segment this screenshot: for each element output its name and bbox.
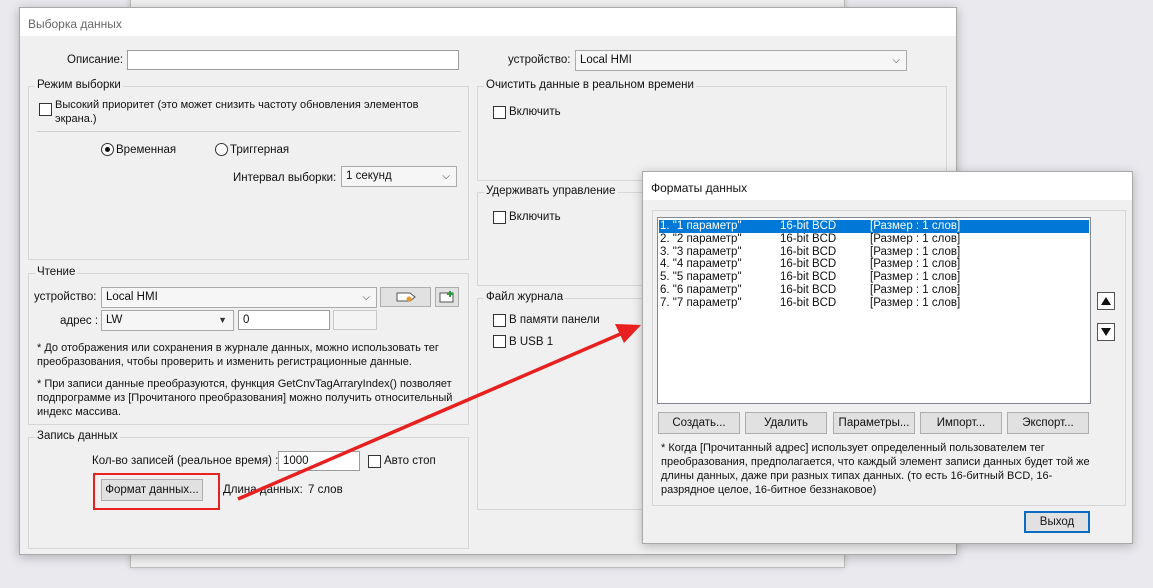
format-item-size: [Размер : 1 слов]: [870, 232, 961, 245]
data-length-value: 7 слов: [308, 484, 343, 496]
parameters-button[interactable]: Параметры...: [833, 412, 915, 434]
divider: [37, 131, 461, 132]
data-record-title: Запись данных: [35, 430, 120, 442]
chevron-down-icon: ▼: [218, 315, 227, 325]
formats-title: Форматы данных: [643, 172, 1132, 200]
interval-select-value: 1 секунд: [346, 170, 392, 182]
read-note-2: * При записи данные преобразуются, функц…: [37, 378, 453, 418]
radio-trigger-label: Триггерная: [230, 144, 290, 156]
tag-icon: [396, 292, 416, 302]
read-title: Чтение: [35, 266, 78, 278]
usb-label: В USB 1: [509, 336, 554, 348]
export-button[interactable]: Экспорт...: [1007, 412, 1089, 434]
format-item-name: 5. "5 параметр": [660, 271, 742, 284]
format-item-size: [Размер : 1 слов]: [870, 258, 961, 271]
format-item-name: 4. "4 параметр": [660, 258, 742, 271]
hold-control-group: Удерживать управление: [477, 185, 657, 286]
device-select-value: Local HMI: [580, 54, 632, 66]
description-input[interactable]: [127, 50, 459, 70]
format-item-type: 16-bit BCD: [780, 284, 837, 296]
panel-memory-label: В памяти панели: [509, 314, 600, 326]
address-label: адрес :: [60, 315, 99, 327]
usb-checkbox[interactable]: [493, 335, 506, 348]
format-list-item[interactable]: 3. "3 параметр" 16-bit BCD [Размер : 1 сло…: [659, 246, 1089, 259]
log-file-group: Файл журнала: [477, 291, 657, 510]
tag-settings-button[interactable]: [380, 287, 431, 307]
device-select[interactable]: Local HMI ⌵: [575, 50, 907, 71]
chevron-down-icon: ⌵: [442, 171, 450, 182]
format-item-name: 1. "1 параметр": [660, 220, 742, 232]
format-list-item[interactable]: 2. "2 параметр" 16-bit BCD [Размер : 1 сло…: [659, 233, 1089, 246]
exit-button[interactable]: Выход: [1024, 511, 1090, 533]
format-item-name: 3. "3 параметр": [660, 245, 742, 258]
format-item-type: 16-bit BCD: [780, 296, 837, 309]
interval-select[interactable]: 1 секунд ⌵: [341, 166, 457, 187]
read-device-label: устройство:: [34, 291, 97, 303]
move-up-button[interactable]: [1097, 292, 1115, 310]
format-item-name: 7. "7 параметр": [660, 296, 742, 309]
auto-stop-checkbox[interactable]: [368, 455, 381, 468]
dialog-title: Выборка данных: [20, 8, 956, 36]
interval-label: Интервал выборки:: [233, 172, 337, 184]
format-item-type: 16-bit BCD: [780, 220, 837, 232]
format-list-item[interactable]: 1. "1 параметр" 16-bit BCD [Размер : 1 сло…: [659, 220, 1089, 233]
radio-time-label: Временная: [116, 144, 177, 156]
format-item-size: [Размер : 1 слов]: [870, 271, 961, 284]
address-input[interactable]: 0: [238, 310, 330, 330]
hold-enable-checkbox[interactable]: [493, 211, 506, 224]
format-item-type: 16-bit BCD: [780, 245, 837, 258]
format-list-item[interactable]: 7. "7 параметр" 16-bit BCD [Размер : 1 сло…: [659, 297, 1089, 310]
high-priority-label: Высокий приоритет (это может снизить час…: [55, 99, 419, 125]
address-type-select[interactable]: LW ▼: [101, 310, 234, 331]
hold-control-title: Удерживать управление: [484, 185, 618, 197]
format-list-item[interactable]: 5. "5 параметр" 16-bit BCD [Размер : 1 сло…: [659, 271, 1089, 284]
record-count-input[interactable]: 1000: [278, 451, 360, 471]
log-file-title: Файл журнала: [484, 291, 566, 303]
chevron-down-icon: ⌵: [362, 292, 370, 303]
format-item-type: 16-bit BCD: [780, 258, 837, 271]
arrow-up-icon: [1101, 297, 1111, 305]
record-count-label: Кол-во записей (реальное время) :: [92, 455, 279, 467]
clear-realtime-title: Очистить данные в реальном времени: [484, 79, 696, 91]
add-tag-button[interactable]: [435, 287, 459, 307]
format-item-name: 2. "2 параметр": [660, 232, 742, 245]
sampling-mode-title: Режим выборки: [35, 79, 123, 91]
auto-stop-label: Авто стоп: [384, 455, 436, 467]
read-device-select[interactable]: Local HMI ⌵: [101, 287, 377, 308]
clear-enable-label: Включить: [509, 106, 561, 118]
high-priority-checkbox[interactable]: [39, 103, 52, 116]
chevron-down-icon: ⌵: [892, 55, 900, 66]
arrow-down-icon: [1101, 328, 1111, 336]
clear-realtime-group: Очистить данные в реальном времени: [477, 79, 947, 181]
clear-enable-checkbox[interactable]: [493, 106, 506, 119]
hold-enable-label: Включить: [509, 211, 561, 223]
format-item-name: 6. "6 параметр": [660, 284, 742, 296]
format-item-size: [Размер : 1 слов]: [870, 220, 961, 232]
panel-memory-checkbox[interactable]: [493, 314, 506, 327]
create-button[interactable]: Создать...: [658, 412, 740, 434]
radio-time[interactable]: [101, 143, 114, 156]
formats-list[interactable]: 1. "1 параметр" 16-bit BCD [Размер : 1 сло…: [657, 217, 1091, 404]
format-item-size: [Размер : 1 слов]: [870, 296, 961, 309]
format-item-type: 16-bit BCD: [780, 271, 837, 284]
import-button[interactable]: Импорт...: [920, 412, 1002, 434]
address-extra-field: [333, 310, 377, 330]
move-down-button[interactable]: [1097, 323, 1115, 341]
format-item-size: [Размер : 1 слов]: [870, 284, 961, 296]
radio-trigger[interactable]: [215, 143, 228, 156]
address-type-value: LW: [106, 314, 123, 326]
data-length-label: Длина данных:: [223, 484, 303, 496]
description-label: Описание:: [67, 54, 124, 66]
format-list-item[interactable]: 6. "6 параметр" 16-bit BCD [Размер : 1 сло…: [659, 284, 1089, 297]
highlight-box: [93, 473, 220, 510]
format-item-type: 16-bit BCD: [780, 232, 837, 245]
add-tag-icon: [439, 291, 454, 303]
read-note-1: * До отображения или сохранения в журнал…: [37, 342, 439, 368]
delete-button[interactable]: Удалить: [745, 412, 827, 434]
device-label: устройство:: [508, 54, 571, 66]
format-list-item[interactable]: 4. "4 параметр" 16-bit BCD [Размер : 1 сло…: [659, 258, 1089, 271]
formats-note: * Когда [Прочитанный адрес] использует о…: [661, 442, 1090, 496]
format-item-size: [Размер : 1 слов]: [870, 245, 961, 258]
read-device-value: Local HMI: [106, 291, 158, 303]
